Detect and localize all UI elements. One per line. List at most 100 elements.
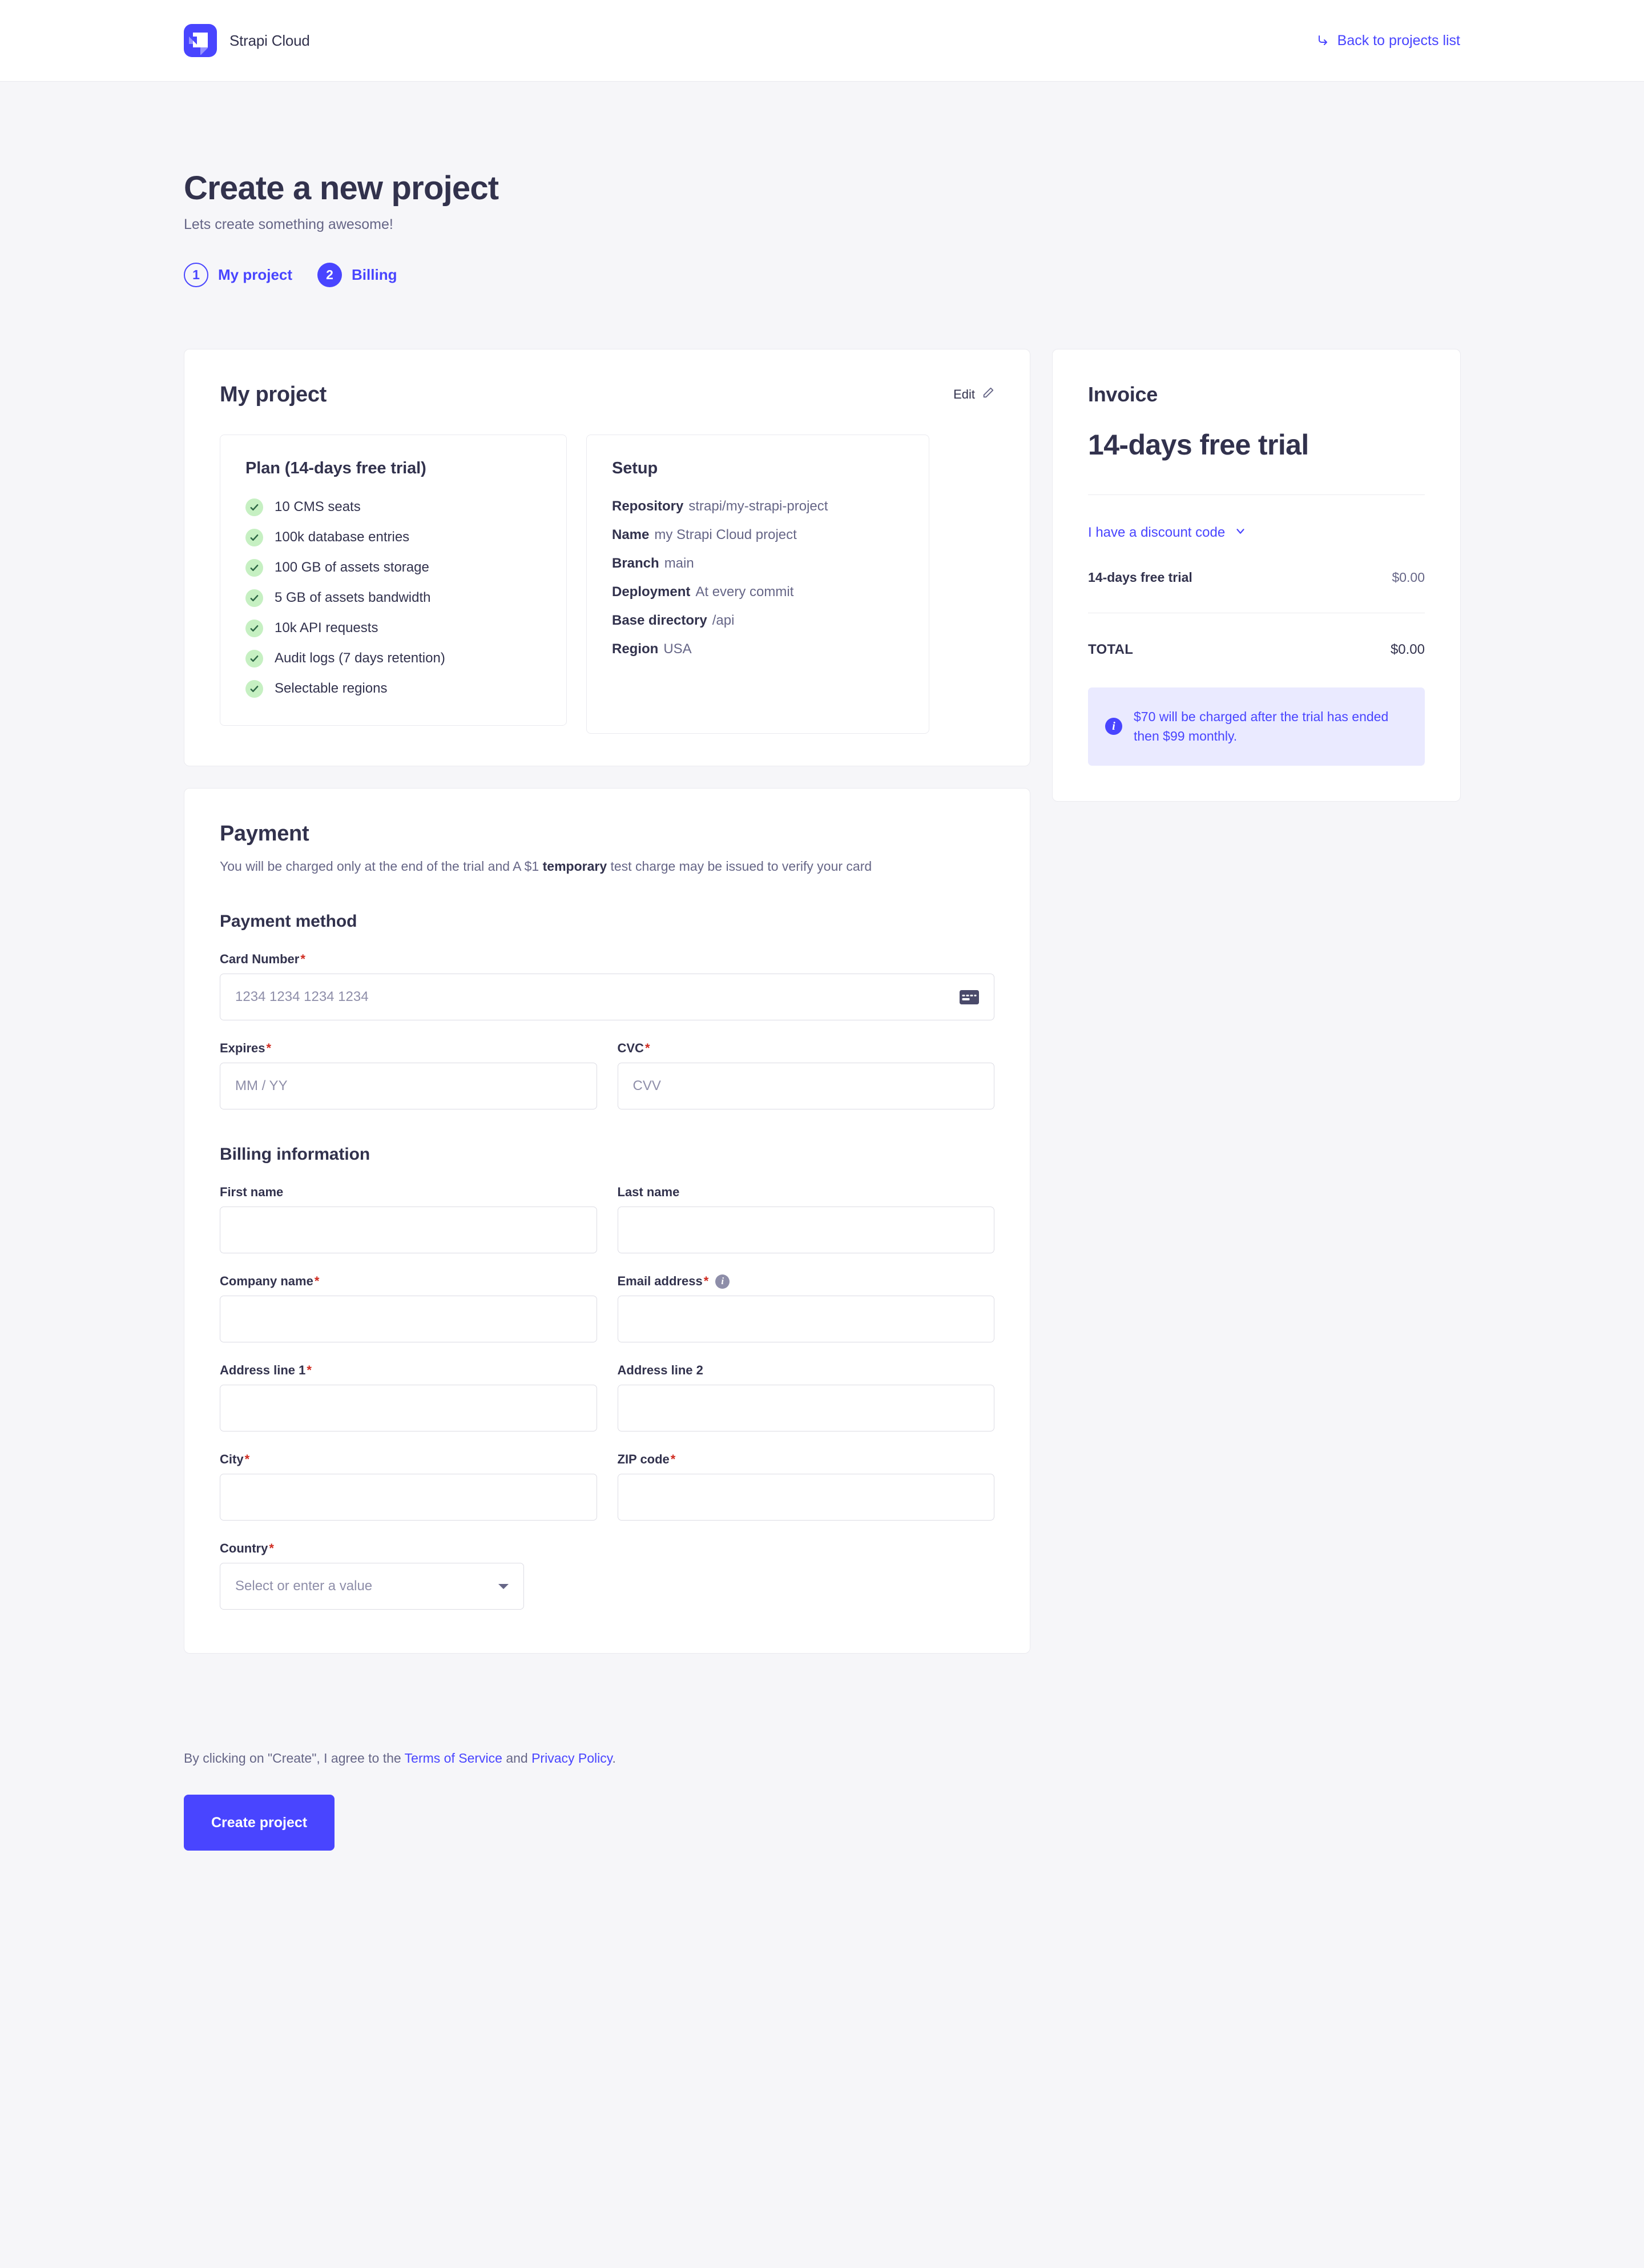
list-item: 100 GB of assets storage: [245, 558, 541, 577]
step-my-project[interactable]: 1 My project: [184, 262, 292, 287]
country-label-text: Country: [220, 1541, 268, 1556]
cvc-label-text: CVC: [617, 1041, 644, 1056]
expires-label: Expires *: [220, 1041, 597, 1056]
invoice-plan-name: 14-days free trial: [1088, 428, 1309, 461]
zip-code-field: ZIP code *: [617, 1452, 994, 1521]
payment-description: You will be charged only at the end of t…: [220, 856, 988, 876]
billing-information-title: Billing information: [220, 1145, 370, 1164]
pencil-icon: [982, 387, 994, 403]
cvc-input[interactable]: CVV: [617, 1063, 994, 1110]
setup-row-label: Region: [612, 641, 659, 657]
expires-input[interactable]: MM / YY: [220, 1063, 597, 1110]
page-footer: By clicking on "Create", I agree to the …: [184, 1751, 1460, 1851]
discount-code-toggle[interactable]: I have a discount code: [1088, 525, 1425, 541]
expiry-cvc-row: Expires * MM / YY CVC * CVV: [220, 1041, 995, 1110]
chevron-down-icon: [1234, 525, 1247, 541]
chevron-down-icon: [498, 1583, 509, 1589]
country-label: Country *: [220, 1541, 994, 1556]
top-bar: Strapi Cloud Back to projects list: [0, 0, 1644, 82]
setup-detail-list: Repository strapi/my-strapi-project Name m…: [612, 498, 904, 657]
step-1-number: 1: [184, 262, 208, 287]
country-placeholder: Select or enter a value: [235, 1578, 373, 1594]
invoice-total-label: TOTAL: [1088, 641, 1134, 657]
page-header: Create a new project Lets create somethi…: [184, 82, 1460, 287]
create-project-button[interactable]: Create project: [184, 1795, 335, 1851]
invoice-total-row: TOTAL $0.00: [1088, 642, 1425, 658]
company-name-label-text: Company name: [220, 1274, 313, 1289]
plan-feature-label: Selectable regions: [275, 681, 388, 697]
back-to-projects-list-link[interactable]: Back to projects list: [1316, 33, 1460, 49]
check-icon: [245, 649, 263, 667]
info-icon: i: [1105, 718, 1122, 735]
last-name-label: Last name: [618, 1185, 995, 1200]
edit-project-button[interactable]: Edit: [953, 387, 994, 403]
check-icon: [245, 619, 263, 637]
privacy-policy-link[interactable]: Privacy Policy: [531, 1751, 612, 1766]
invoice-card: Invoice 14-days free trial I have a disc…: [1052, 348, 1461, 802]
brand-name: Strapi Cloud: [229, 31, 310, 49]
check-icon: [245, 558, 263, 577]
plan-box-title: Plan (14-days free trial): [245, 459, 426, 477]
invoice-divider-top: [1088, 494, 1425, 495]
setup-row-value: strapi/my-strapi-project: [688, 498, 828, 514]
list-item: Base directory/api: [612, 613, 904, 629]
stepper: 1 My project 2 Billing: [184, 262, 1460, 287]
first-name-input[interactable]: [220, 1207, 597, 1254]
cvc-label: CVC *: [618, 1041, 995, 1056]
email-address-input[interactable]: [617, 1296, 994, 1343]
edit-button-label: Edit: [953, 387, 975, 402]
setup-row-value: my Strapi Cloud project: [654, 526, 797, 542]
first-name-label: First name: [220, 1185, 597, 1200]
terms-of-service-link[interactable]: Terms of Service: [405, 1751, 502, 1766]
card-number-placeholder: 1234 1234 1234 1234: [235, 989, 369, 1005]
address-line-2-field: Address line 2: [617, 1363, 994, 1432]
card-number-input[interactable]: 1234 1234 1234 1234: [220, 974, 994, 1021]
step-billing[interactable]: 2 Billing: [317, 262, 397, 287]
zip-code-input[interactable]: [617, 1474, 994, 1521]
brand: Strapi Cloud: [184, 24, 310, 57]
city-label-text: City: [220, 1452, 244, 1467]
my-project-card: My project Edit Plan (14-days free trial…: [184, 348, 1030, 766]
page-subtitle: Lets create something awesome!: [184, 216, 393, 232]
expires-field: Expires * MM / YY: [220, 1041, 597, 1110]
address-line-2-input[interactable]: [617, 1385, 994, 1432]
plan-feature-list: 10 CMS seats 100k database entries 100 G…: [245, 498, 541, 698]
name-row: First name Last name: [220, 1185, 995, 1254]
country-select[interactable]: Select or enter a value: [220, 1563, 524, 1610]
list-item: Name my Strapi Cloud project: [612, 527, 904, 543]
required-marker: *: [703, 1274, 709, 1289]
list-item: Deployment At every commit: [612, 584, 904, 600]
payment-card: Payment You will be charged only at the …: [184, 787, 1030, 1654]
email-address-label: Email address * i: [618, 1274, 995, 1289]
address-line-1-input[interactable]: [220, 1385, 597, 1432]
info-icon[interactable]: i: [715, 1274, 730, 1289]
cvc-field: CVC * CVV: [617, 1041, 995, 1110]
plan-feature-label: 5 GB of assets bandwidth: [275, 590, 431, 606]
setup-box: Setup Repository strapi/my-strapi-project…: [586, 434, 929, 734]
list-item: Selectable regions: [245, 679, 541, 698]
last-name-input[interactable]: [617, 1207, 994, 1254]
setup-row-label: Branch: [612, 555, 659, 571]
country-field: Country * Select or enter a value: [220, 1541, 994, 1610]
discount-code-label: I have a discount code: [1088, 525, 1226, 541]
city-input[interactable]: [220, 1474, 597, 1521]
invoice-line-item: 14-days free trial $0.00: [1088, 570, 1425, 585]
setup-row-value: /api: [712, 612, 735, 628]
address-row: Address line 1 * Address line 2: [220, 1363, 994, 1432]
plan-box: Plan (14-days free trial) 10 CMS seats 1…: [220, 434, 567, 726]
list-item: 5 GB of assets bandwidth: [245, 589, 541, 607]
city-field: City *: [220, 1452, 597, 1521]
invoice-line-item-name: 14-days free trial: [1088, 569, 1192, 585]
setup-row-label: Deployment: [612, 584, 691, 600]
back-link-label: Back to projects list: [1337, 32, 1460, 49]
company-email-row: Company name * Email address * i: [220, 1274, 995, 1343]
my-project-card-header: My project Edit: [220, 383, 994, 407]
last-name-field: Last name: [617, 1185, 995, 1254]
setup-row-value: USA: [663, 641, 692, 657]
company-name-input[interactable]: [220, 1296, 597, 1343]
required-marker: *: [670, 1452, 676, 1467]
list-item: Region USA: [612, 641, 904, 657]
setup-row-label: Repository: [612, 498, 684, 514]
first-name-label-text: First name: [220, 1185, 284, 1200]
address-line-1-field: Address line 1 *: [220, 1363, 597, 1432]
